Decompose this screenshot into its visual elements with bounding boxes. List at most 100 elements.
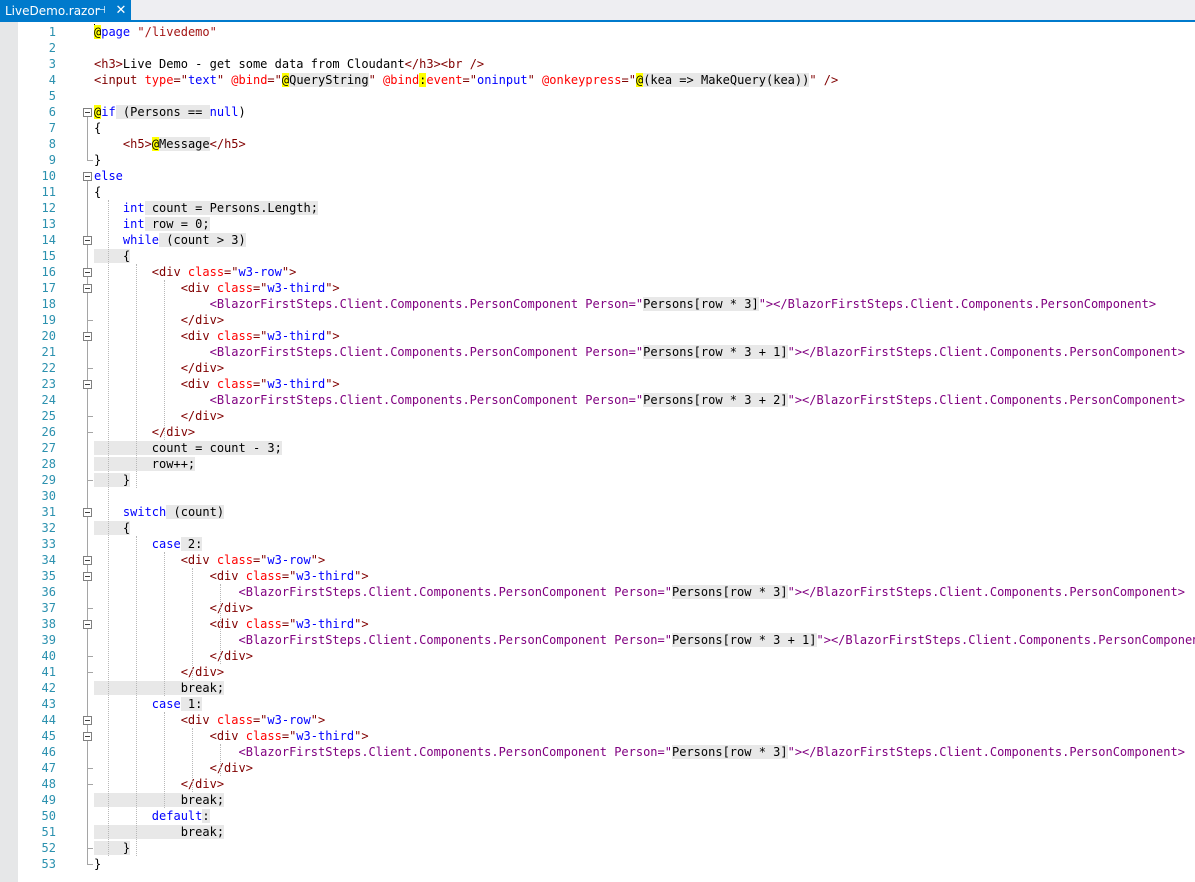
code-line[interactable]: 1 @page "/livedemo" — [18, 24, 1195, 40]
outline-end — [87, 160, 93, 161]
code-line[interactable]: 38 <div class="w3-third"> — [18, 616, 1195, 632]
code-text: while (count > 3) — [94, 232, 246, 248]
code-line[interactable]: 28 row++; — [18, 456, 1195, 472]
code-token: row++; — [94, 457, 196, 471]
code-line[interactable]: 40 </div> — [18, 648, 1195, 664]
code-token: =" — [462, 73, 477, 87]
pin-icon[interactable]: ⊣ — [97, 0, 106, 22]
code-line[interactable]: 26 </div> — [18, 424, 1195, 440]
code-token: null — [209, 105, 239, 119]
collapse-toggle-icon[interactable] — [83, 172, 92, 181]
indent-guide — [108, 200, 109, 856]
code-token: <BlazorFirstSteps.Client.Components.Pers… — [209, 345, 586, 359]
code-editor[interactable]: 1 @page "/livedemo" 2 3 <h3>Live Demo - get … — [0, 22, 1195, 882]
code-line[interactable]: 31 switch (count) — [18, 504, 1195, 520]
code-text: row++; — [94, 456, 196, 472]
code-line[interactable]: 12 int count = Persons.Length; — [18, 200, 1195, 216]
code-token: </div> — [180, 313, 225, 327]
code-line[interactable]: 5 — [18, 88, 1195, 104]
code-line[interactable]: 16 <div class="w3-row"> — [18, 264, 1195, 280]
code-token: @bind — [231, 73, 268, 87]
line-number: 53 — [41, 857, 56, 871]
code-line[interactable]: 49 break; — [18, 792, 1195, 808]
collapse-toggle-icon[interactable] — [83, 732, 92, 741]
code-line[interactable]: 18 <BlazorFirstSteps.Client.Components.P… — [18, 296, 1195, 312]
code-line[interactable]: 41 </div> — [18, 664, 1195, 680]
code-line[interactable]: 20 <div class="w3-third"> — [18, 328, 1195, 344]
code-line[interactable]: 51 break; — [18, 824, 1195, 840]
code-line[interactable]: 19 </div> — [18, 312, 1195, 328]
code-line[interactable]: 30 — [18, 488, 1195, 504]
code-line[interactable]: 2 — [18, 40, 1195, 56]
code-text: @page "/livedemo" — [94, 24, 217, 40]
code-line[interactable]: 42 break; — [18, 680, 1195, 696]
code-line[interactable]: 10 else — [18, 168, 1195, 184]
collapse-toggle-icon[interactable] — [83, 284, 92, 293]
code-token: while — [122, 233, 160, 247]
document-tab[interactable]: LiveDemo.razor ⊣ ✕ — [0, 0, 131, 22]
code-token: Persons[row * 3] — [643, 297, 759, 311]
code-line[interactable]: 32 { — [18, 520, 1195, 536]
code-line[interactable]: 34 <div class="w3-row"> — [18, 552, 1195, 568]
code-token: { — [94, 249, 131, 263]
outline-end — [87, 848, 93, 849]
code-line[interactable]: 50 default: — [18, 808, 1195, 824]
code-line[interactable]: 48 </div> — [18, 776, 1195, 792]
code-line[interactable]: 44 <div class="w3-row"> — [18, 712, 1195, 728]
close-icon[interactable]: ✕ — [114, 4, 128, 18]
code-line[interactable]: 14 while (count > 3) — [18, 232, 1195, 248]
code-line[interactable]: 47 </div> — [18, 760, 1195, 776]
line-number: 13 — [41, 217, 56, 231]
line-number: 18 — [41, 297, 56, 311]
code-line[interactable]: 35 <div class="w3-third"> — [18, 568, 1195, 584]
collapse-toggle-icon[interactable] — [83, 572, 92, 581]
collapse-toggle-icon[interactable] — [83, 620, 92, 629]
code-token: =" — [224, 265, 239, 279]
code-line[interactable]: 24 <BlazorFirstSteps.Client.Components.P… — [18, 392, 1195, 408]
code-line[interactable]: 7{ — [18, 120, 1195, 136]
collapse-toggle-icon[interactable] — [83, 236, 92, 245]
code-line[interactable]: 36 <BlazorFirstSteps.Client.Components.P… — [18, 584, 1195, 600]
code-line[interactable]: 33 case 2: — [18, 536, 1195, 552]
line-number: 19 — [41, 313, 56, 327]
code-line[interactable]: 8 <h5>@Message</h5> — [18, 136, 1195, 152]
collapse-toggle-icon[interactable] — [83, 332, 92, 341]
code-line[interactable]: 4 <input type="text" @bind="@QueryString"… — [18, 72, 1195, 88]
code-line[interactable]: 13 int row = 0; — [18, 216, 1195, 232]
collapse-toggle-icon[interactable] — [83, 716, 92, 725]
code-line[interactable]: 9} — [18, 152, 1195, 168]
code-line[interactable]: 53} — [18, 856, 1195, 872]
collapse-toggle-icon[interactable] — [83, 108, 92, 117]
collapse-toggle-icon[interactable] — [83, 508, 92, 517]
collapse-toggle-icon[interactable] — [83, 380, 92, 389]
code-line[interactable]: 43 case 1: — [18, 696, 1195, 712]
code-line[interactable]: 27 count = count - 3; — [18, 440, 1195, 456]
code-token: <div — [180, 377, 217, 391]
code-line[interactable]: 11 { — [18, 184, 1195, 200]
collapse-toggle-icon[interactable] — [83, 268, 92, 277]
code-line[interactable]: 6 @if (Persons == null) — [18, 104, 1195, 120]
code-token: default — [151, 809, 203, 823]
code-line[interactable]: 21 <BlazorFirstSteps.Client.Components.P… — [18, 344, 1195, 360]
line-number: 43 — [41, 697, 56, 711]
code-line[interactable]: 29 } — [18, 472, 1195, 488]
code-line[interactable]: 45 <div class="w3-third"> — [18, 728, 1195, 744]
code-line[interactable]: 39 <BlazorFirstSteps.Client.Components.P… — [18, 632, 1195, 648]
code-line[interactable]: 23 <div class="w3-third"> — [18, 376, 1195, 392]
code-line[interactable]: 17 <div class="w3-third"> — [18, 280, 1195, 296]
code-line[interactable]: 15 { — [18, 248, 1195, 264]
code-line[interactable]: 3 <h3>Live Demo - get some data from Clou… — [18, 56, 1195, 72]
code-line[interactable]: 52 } — [18, 840, 1195, 856]
code-line[interactable]: 22 </div> — [18, 360, 1195, 376]
code-token: "></BlazorFirstSteps.Client.Components.P… — [816, 633, 1195, 647]
code-line[interactable]: 46 <BlazorFirstSteps.Client.Components.P… — [18, 744, 1195, 760]
collapse-toggle-icon[interactable] — [83, 556, 92, 565]
code-token: } — [94, 857, 102, 871]
code-line[interactable]: 25 </div> — [18, 408, 1195, 424]
code-line[interactable]: 37 </div> — [18, 600, 1195, 616]
